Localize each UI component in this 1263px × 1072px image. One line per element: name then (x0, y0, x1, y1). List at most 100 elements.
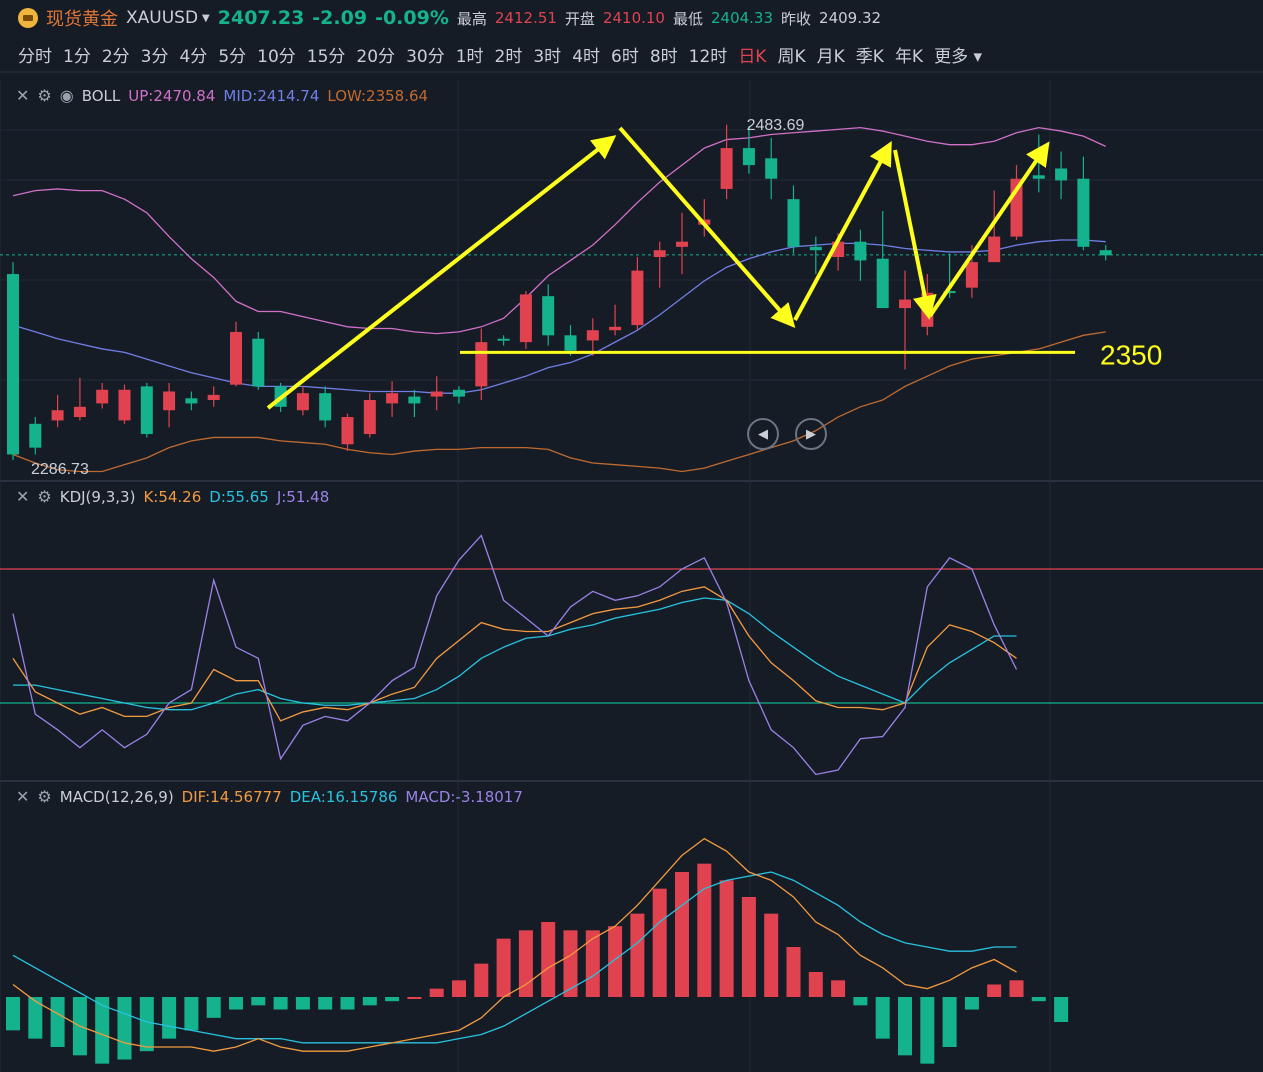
gear-icon[interactable]: ⚙ (37, 86, 51, 105)
candle-body (140, 386, 153, 435)
annotation-arrow (793, 140, 892, 321)
macd-bar (831, 980, 846, 997)
high-marker-label: 2483.69 (747, 117, 805, 134)
macd-bar (229, 997, 243, 1010)
kdj-k-label: K:54.26 (143, 487, 202, 506)
candle-body (29, 423, 42, 448)
candle-body (542, 296, 555, 336)
candle-body (341, 417, 354, 445)
macd-bar (741, 897, 756, 997)
macd-bar (273, 997, 288, 1010)
candle-body (765, 158, 778, 179)
macd-bar (1009, 980, 1024, 997)
low-marker-label: 2286.73 (31, 461, 89, 478)
candle-body (73, 406, 86, 418)
annotation-arrow (618, 126, 796, 329)
candle-body (96, 389, 109, 404)
boll-up-label: UP:2470.84 (128, 86, 216, 105)
macd-bar (496, 938, 511, 997)
candle-body (854, 241, 867, 261)
macd-bar (697, 863, 712, 997)
macd-dif-label: DIF:14.56777 (181, 787, 282, 806)
macd-bar (808, 972, 823, 997)
macd-bar (675, 872, 689, 997)
candle-body (676, 241, 688, 247)
macd-value-label: MACD:-3.18017 (405, 787, 523, 806)
candle-body (51, 410, 64, 421)
candle-body (809, 246, 822, 251)
macd-bar (942, 997, 957, 1047)
candle-body (1077, 178, 1090, 247)
candle-body (631, 270, 644, 326)
candle-body (408, 396, 421, 404)
candle-body (296, 393, 309, 411)
gear-icon[interactable]: ⚙ (37, 487, 51, 506)
macd-bar (139, 997, 154, 1052)
close-icon[interactable]: ✕ (16, 86, 29, 105)
kdj-k-line (12, 586, 1017, 722)
candle-body (988, 236, 1001, 263)
candle-body (653, 250, 666, 258)
macd-bar (563, 930, 578, 997)
candle-body (720, 148, 733, 189)
candle-body (1099, 250, 1112, 256)
eye-icon[interactable]: ◉ (60, 86, 74, 105)
gear-icon[interactable]: ⚙ (37, 787, 51, 806)
candle-body (118, 389, 131, 421)
annotation-arrow (928, 141, 1050, 318)
prev-icon[interactable]: ◀ (747, 418, 779, 450)
macd-name: MACD(12,26,9) (59, 787, 174, 806)
support-label: 2350 (1100, 339, 1162, 370)
chart-canvas[interactable]: 2483.69 2286.73 2350 (0, 0, 1263, 1072)
macd-header: ✕ ⚙ MACD(12,26,9) DIF:14.56777 DEA:16.15… (16, 787, 523, 806)
macd-bar (318, 997, 333, 1010)
macd-bar (162, 997, 177, 1039)
candle-body (207, 394, 220, 400)
macd-bar (764, 913, 779, 997)
candle-body (230, 331, 242, 385)
macd-dea-label: DEA:16.15786 (289, 787, 398, 806)
macd-bar (474, 963, 489, 997)
kdj-j-line (12, 534, 1018, 776)
macd-bar (251, 997, 266, 1006)
candle-body (519, 294, 532, 343)
boll-low-label: LOW:2358.64 (327, 86, 429, 105)
macd-bar (117, 997, 132, 1060)
boll-mid-label: MID:2414.74 (223, 86, 320, 105)
close-icon[interactable]: ✕ (16, 487, 29, 506)
macd-bar (407, 997, 422, 999)
macd-bar (362, 997, 377, 1006)
close-icon[interactable]: ✕ (16, 787, 29, 806)
candle-body (185, 398, 198, 404)
macd-bar (786, 947, 801, 997)
boll-header: ✕ ⚙ ◉ BOLL UP:2470.84 MID:2414.74 LOW:23… (16, 86, 428, 105)
candle-body (475, 342, 488, 387)
next-icon[interactable]: ▶ (795, 418, 827, 450)
macd-bar (452, 980, 466, 997)
candle-body (1055, 168, 1068, 181)
candle-body (742, 148, 755, 166)
candle-body (876, 258, 889, 309)
candle-body (965, 262, 978, 288)
macd-bar (1054, 997, 1069, 1022)
kdj-name: KDJ(9,3,3) (59, 487, 136, 506)
boll-up-line (12, 126, 1106, 335)
macd-bar (608, 926, 623, 997)
candle-body (899, 299, 911, 309)
candle-body (363, 400, 376, 435)
candle-body (430, 391, 443, 397)
macd-bar (1031, 997, 1046, 1002)
candle-body (7, 274, 19, 455)
macd-bar (652, 888, 667, 997)
macd-bar (295, 997, 310, 1010)
candle-body (609, 326, 622, 331)
candle-body (453, 389, 465, 397)
macd-bar (6, 997, 20, 1031)
macd-bar (875, 997, 890, 1039)
candle-body (564, 335, 577, 351)
candle-body (787, 199, 800, 247)
kdj-d-label: D:55.65 (209, 487, 269, 506)
macd-bar (719, 880, 734, 997)
macd-bar (964, 997, 979, 1010)
candle-body (497, 338, 510, 341)
